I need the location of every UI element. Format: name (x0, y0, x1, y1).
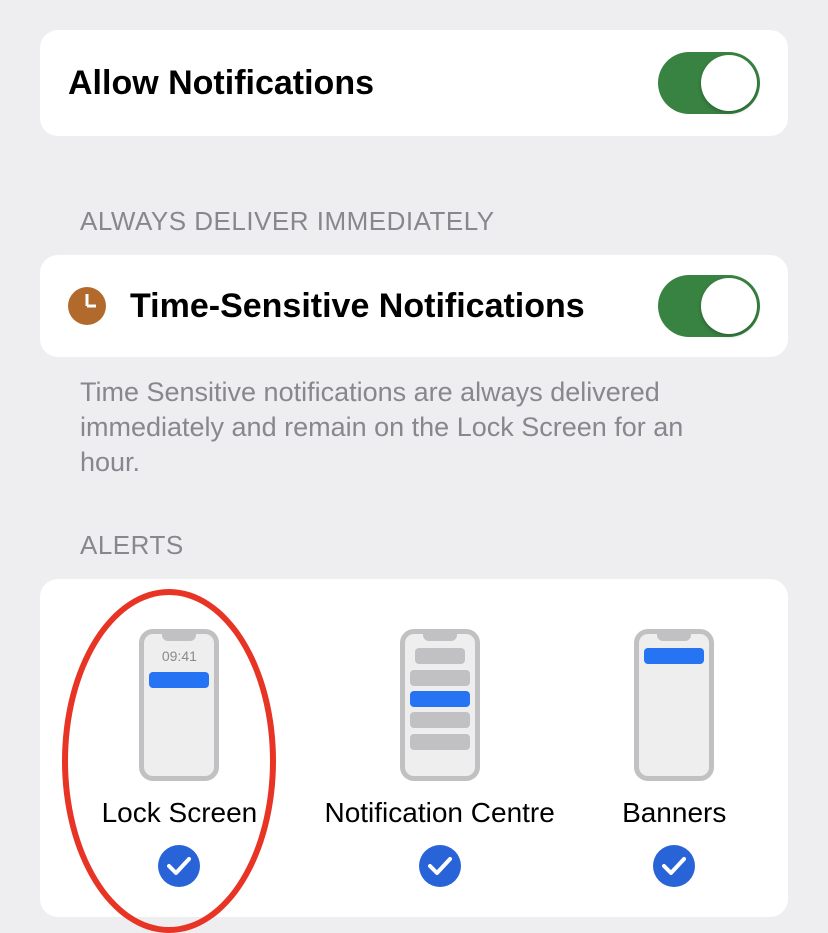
preview-time: 09:41 (149, 648, 209, 664)
time-sensitive-toggle[interactable] (658, 275, 760, 337)
allow-notifications-row: Allow Notifications (40, 30, 788, 136)
alert-label-banners: Banners (622, 797, 726, 829)
time-sensitive-footer: Time Sensitive notifications are always … (80, 375, 748, 480)
allow-notifications-toggle[interactable] (658, 52, 760, 114)
banners-preview-icon (634, 629, 714, 781)
time-sensitive-label: Time-Sensitive Notifications (130, 287, 585, 326)
toggle-knob (701, 278, 757, 334)
alert-option-notification-centre[interactable]: Notification Centre (324, 629, 554, 887)
checkmark-icon (158, 845, 200, 887)
section-header-immediately: ALWAYS DELIVER IMMEDIATELY (80, 206, 788, 237)
clock-icon (68, 287, 106, 325)
notification-centre-preview-icon (400, 629, 480, 781)
alert-label-notification-centre: Notification Centre (324, 797, 554, 829)
checkmark-icon (419, 845, 461, 887)
alert-option-lock-screen[interactable]: 09:41 Lock Screen (102, 629, 258, 887)
lock-screen-preview-icon: 09:41 (139, 629, 219, 781)
allow-notifications-label: Allow Notifications (68, 64, 374, 103)
alerts-card: 09:41 Lock Screen Notification Centre (40, 579, 788, 917)
toggle-knob (701, 55, 757, 111)
alert-option-banners[interactable]: Banners (622, 629, 726, 887)
time-sensitive-row: Time-Sensitive Notifications (40, 255, 788, 357)
section-header-alerts: ALERTS (80, 530, 788, 561)
checkmark-icon (653, 845, 695, 887)
alert-label-lock-screen: Lock Screen (102, 797, 258, 829)
